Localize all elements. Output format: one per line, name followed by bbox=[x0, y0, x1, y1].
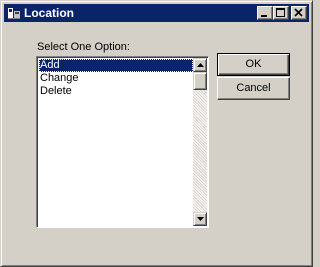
maximize-icon bbox=[276, 8, 285, 17]
location-dialog-window: Location Select One Option: Add Change D… bbox=[0, 0, 313, 267]
minimize-button[interactable] bbox=[257, 6, 273, 20]
scroll-up-button[interactable] bbox=[193, 58, 207, 72]
title-bar[interactable]: Location bbox=[4, 4, 309, 22]
close-button[interactable] bbox=[291, 6, 307, 20]
options-list: Add Change Delete bbox=[39, 59, 193, 98]
options-listbox[interactable]: Add Change Delete bbox=[36, 56, 209, 228]
arrow-up-icon bbox=[197, 63, 204, 67]
location-app-icon bbox=[7, 6, 21, 20]
minimize-icon bbox=[261, 15, 267, 17]
window-title: Location bbox=[24, 6, 74, 20]
list-item-add[interactable]: Add bbox=[39, 59, 193, 72]
vertical-scrollbar[interactable] bbox=[193, 58, 207, 226]
select-option-label: Select One Option: bbox=[37, 41, 130, 53]
scroll-thumb[interactable] bbox=[193, 72, 207, 90]
scroll-down-button[interactable] bbox=[193, 212, 207, 226]
list-item-change[interactable]: Change bbox=[39, 72, 193, 85]
ok-button[interactable]: OK bbox=[217, 53, 290, 76]
list-item-delete[interactable]: Delete bbox=[39, 85, 193, 98]
maximize-button[interactable] bbox=[273, 6, 289, 20]
arrow-down-icon bbox=[197, 217, 204, 221]
cancel-button[interactable]: Cancel bbox=[217, 77, 290, 100]
close-icon bbox=[294, 8, 303, 17]
